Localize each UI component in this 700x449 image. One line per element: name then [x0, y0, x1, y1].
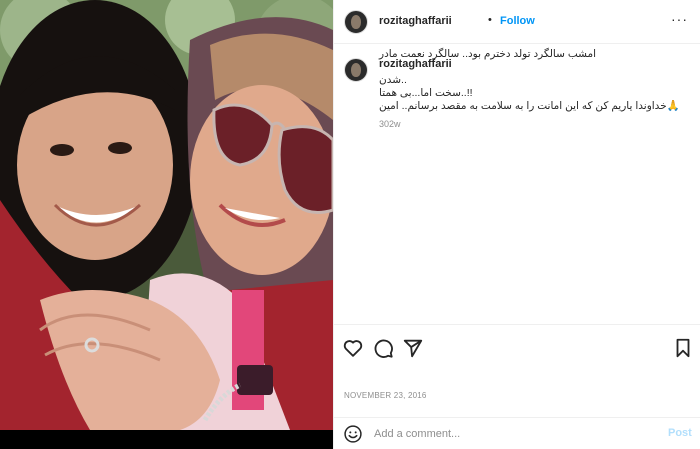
- separator-dot: •: [488, 14, 492, 26]
- instagram-post: rozitaghaffarii • Follow ··· rozitaghaff…: [0, 0, 700, 449]
- caption: rozitaghaffarii امشب سالگرد تولد دخترم ب…: [334, 44, 700, 324]
- more-options-icon[interactable]: ···: [671, 11, 688, 27]
- caption-line: امشب سالگرد تولد دخترم بود.. سالگرد نعمت…: [379, 48, 597, 60]
- comment-bar: Post: [334, 417, 700, 449]
- post-button[interactable]: Post: [668, 427, 692, 439]
- caption-line: !!..سخت اما...بی همتا: [379, 87, 473, 99]
- follow-button[interactable]: Follow: [500, 15, 535, 27]
- bookmark-icon[interactable]: [672, 337, 694, 359]
- comment-icon[interactable]: [372, 337, 394, 359]
- post-date[interactable]: NOVEMBER 23, 2016: [344, 391, 427, 400]
- comment-input[interactable]: [374, 424, 644, 444]
- post-side-panel: rozitaghaffarii • Follow ··· rozitaghaff…: [333, 0, 700, 449]
- header-username[interactable]: rozitaghaffarii: [379, 15, 452, 27]
- post-photo[interactable]: [0, 0, 333, 430]
- heart-icon[interactable]: [342, 337, 364, 359]
- avatar[interactable]: [344, 10, 368, 34]
- caption-timestamp[interactable]: 302w: [379, 119, 401, 129]
- photo-illustration: [0, 0, 333, 430]
- photo-pane: [0, 0, 333, 449]
- caption-avatar[interactable]: [344, 58, 368, 82]
- post-header: rozitaghaffarii • Follow ···: [334, 0, 700, 44]
- smiley-icon[interactable]: [343, 424, 363, 444]
- caption-line: ..شدن: [379, 74, 407, 86]
- caption-line: 🙏خداوندا یاریم کن که این امانت را به سلا…: [379, 100, 680, 112]
- paper-plane-icon[interactable]: [402, 337, 424, 359]
